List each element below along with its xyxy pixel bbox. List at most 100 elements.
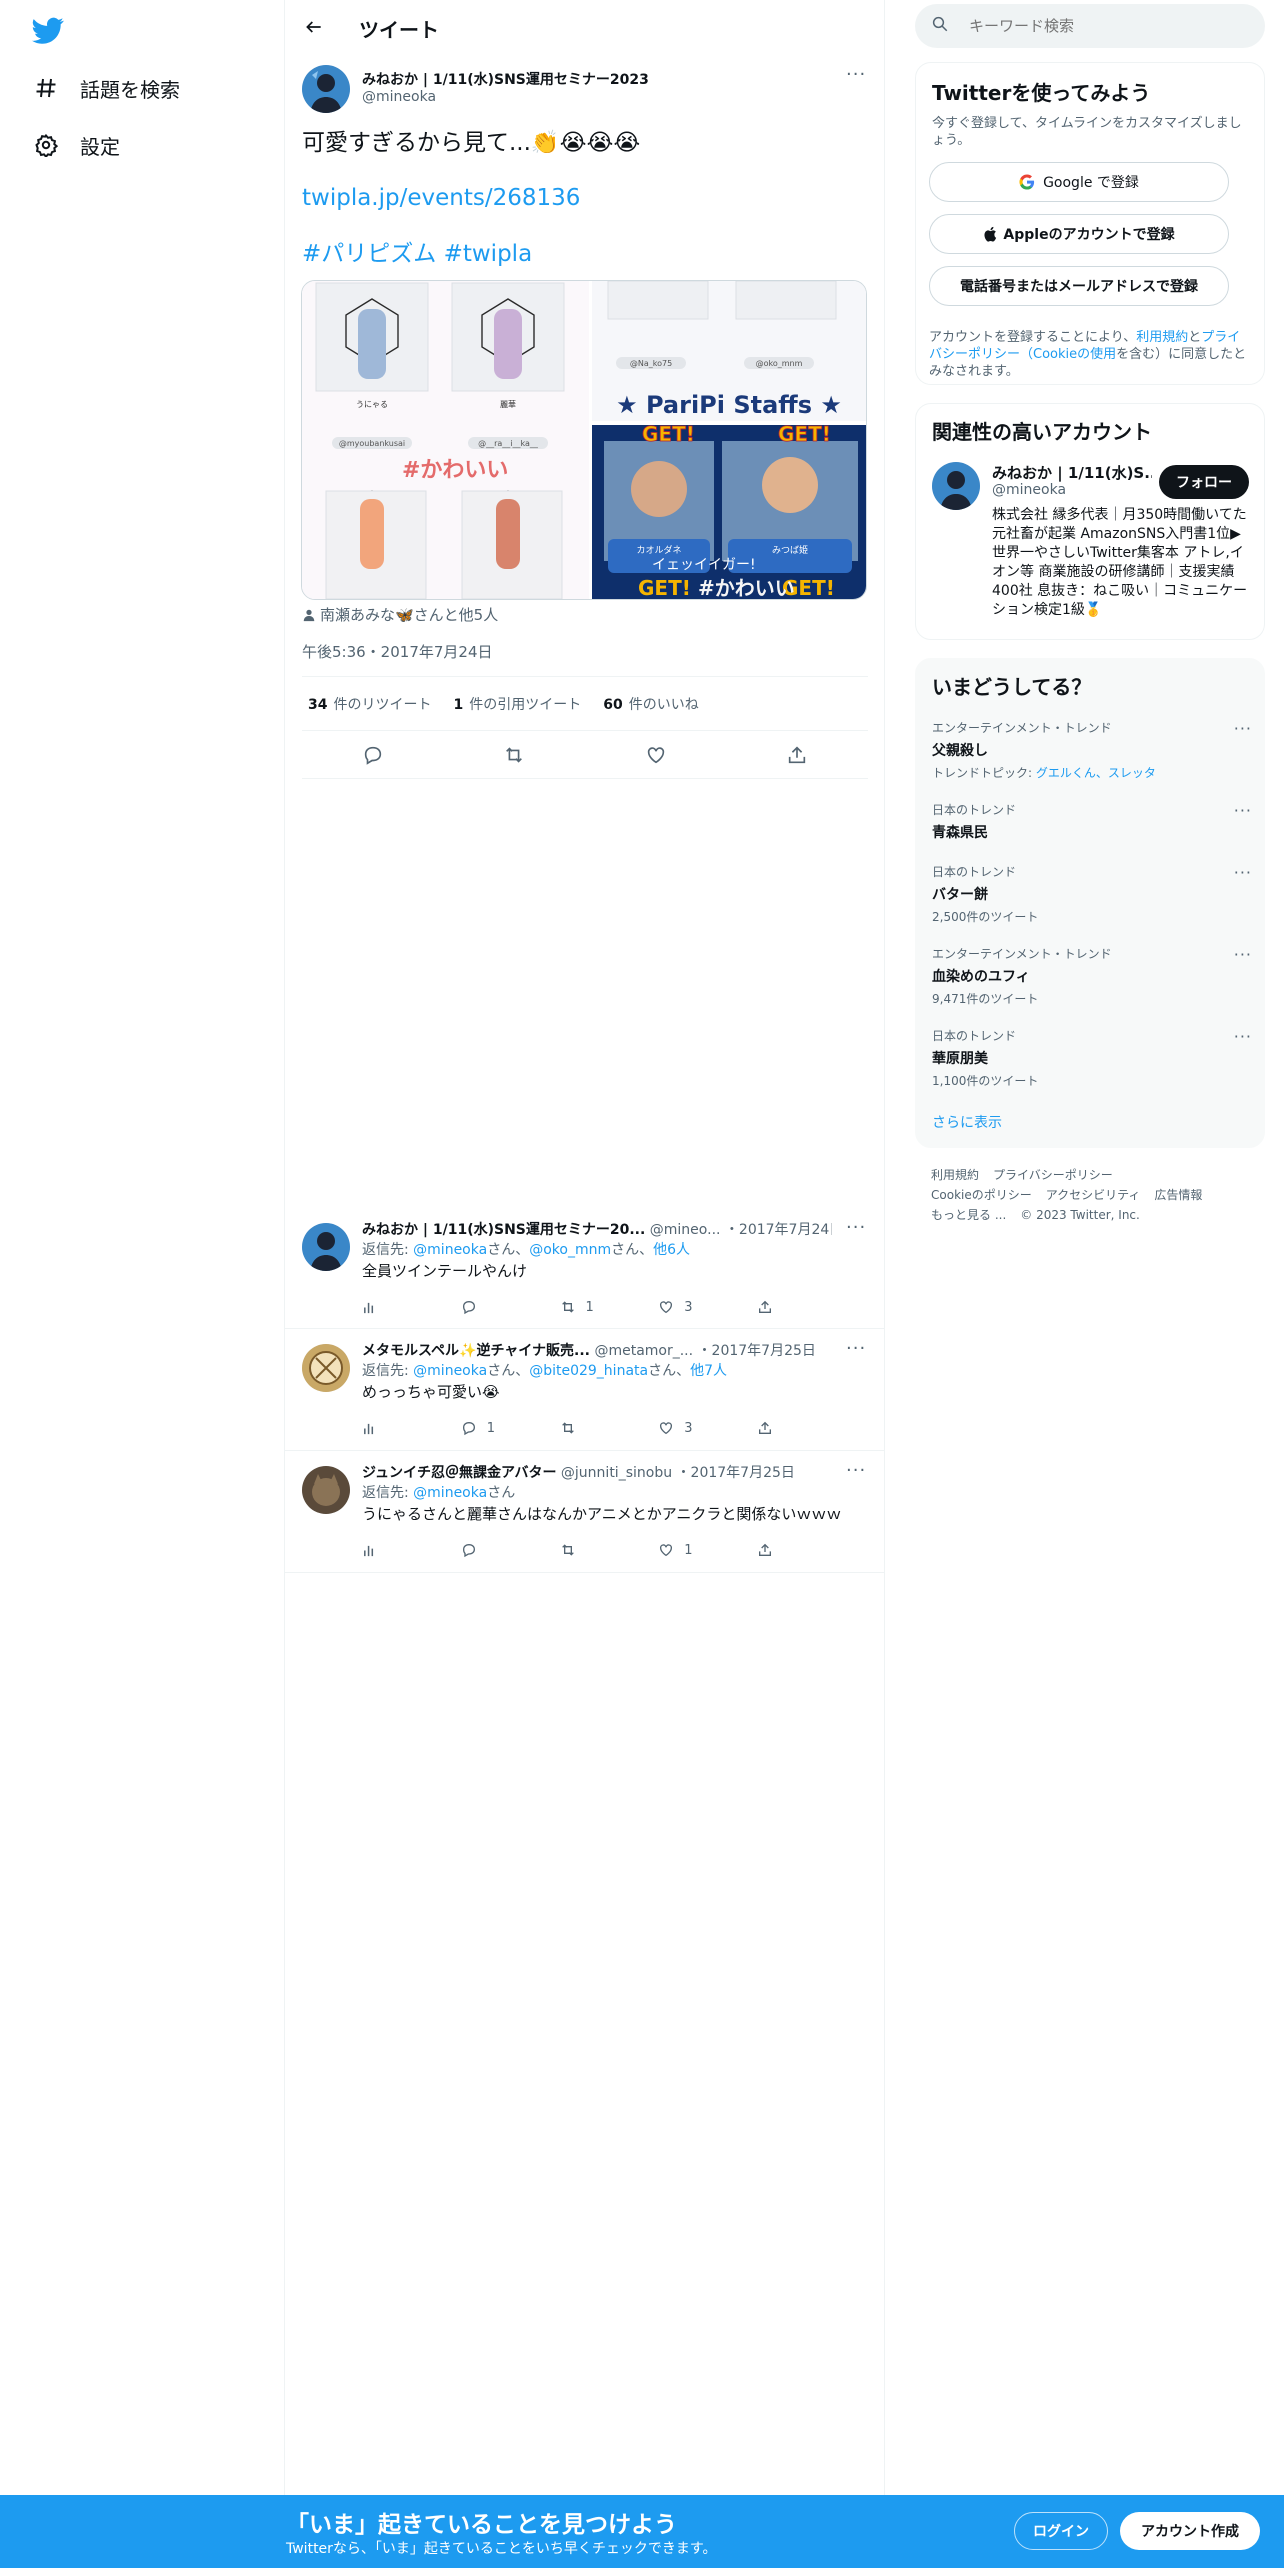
trend-item[interactable]: エンターテインメント・トレンド 血染めのユフィ 9,471件のツイート ···: [932, 945, 1252, 1007]
terms-link[interactable]: 利用規約: [1136, 330, 1188, 345]
reply-header: メタモルスペル✨逆チャイナ販売... @metamor_... ・2017年7月…: [362, 1340, 832, 1360]
reply-author-name[interactable]: ジュンイチ忍＠無課金アバター: [362, 1465, 556, 1481]
likes-count: 60: [603, 696, 623, 713]
trend-title: 青森県民: [932, 825, 988, 841]
trend-category: 日本のトレンド: [932, 1029, 1017, 1043]
footer-link[interactable]: 広告情報: [1154, 1188, 1202, 1202]
more-options-icon[interactable]: ···: [846, 1460, 866, 1481]
follow-button[interactable]: フォロー: [1159, 465, 1249, 499]
share-icon[interactable]: [780, 738, 814, 772]
media-caption-1: うにゃる: [356, 400, 388, 409]
retweets-stat[interactable]: 34 件のリツイート: [308, 694, 431, 714]
reply-avatar[interactable]: [302, 1466, 350, 1514]
like-icon[interactable]: 1: [658, 1542, 718, 1558]
create-account-button[interactable]: アカウント作成: [1120, 2512, 1260, 2550]
more-options-icon[interactable]: ···: [1234, 1027, 1252, 1046]
trend-item[interactable]: エンターテインメント・トレンド 父親殺し トレンドトピック: グエルくん、スレッ…: [932, 719, 1252, 781]
reply-tweet[interactable]: みねおか | 1/11(水)SNS運用セミナー20... @mineo... ・…: [285, 1209, 885, 1329]
reply-icon[interactable]: [356, 738, 390, 772]
reply-tweet[interactable]: メタモルスペル✨逆チャイナ販売... @metamor_... ・2017年7月…: [285, 1330, 885, 1451]
search-input[interactable]: [969, 17, 1249, 35]
google-signup-button[interactable]: Google で登録: [929, 162, 1229, 202]
reply-actions: 1: [362, 1542, 817, 1558]
like-icon[interactable]: 3: [658, 1420, 718, 1436]
nav-settings[interactable]: 設定: [32, 125, 120, 165]
reply-to-more[interactable]: 他7人: [690, 1363, 727, 1379]
reply-to-more[interactable]: 他6人: [653, 1242, 690, 1258]
media-staff-1: カオルダネ: [636, 544, 681, 556]
reply-to-user[interactable]: @bite029_hinata: [529, 1363, 648, 1379]
reply-date[interactable]: ・2017年7月25日: [698, 1343, 816, 1359]
retweet-icon[interactable]: [560, 1420, 620, 1436]
more-options-icon[interactable]: ···: [846, 1217, 866, 1238]
reply-to-user[interactable]: @mineoka: [413, 1363, 487, 1379]
reply-author-name[interactable]: みねおか | 1/11(水)SNS運用セミナー20...: [362, 1222, 645, 1238]
nav-explore[interactable]: 話題を検索: [32, 68, 180, 108]
reply-icon[interactable]: 1: [461, 1420, 521, 1436]
related-name[interactable]: みねおか | 1/11(水)S...: [992, 462, 1152, 483]
footer-link[interactable]: プライバシーポリシー: [993, 1168, 1113, 1182]
tweet-media[interactable]: うにゃる 麗華 @myoubankusai @__ra__i__ka__ #かわ…: [301, 280, 867, 600]
reply-tweet[interactable]: ジュンイチ忍＠無課金アバター @junniti_sinobu ・2017年7月2…: [285, 1452, 885, 1573]
apple-signup-button[interactable]: Appleのアカウントで登録: [929, 214, 1229, 254]
retweet-icon[interactable]: [497, 738, 531, 772]
reply-author-name[interactable]: メタモルスペル✨逆チャイナ販売...: [362, 1343, 590, 1359]
share-icon[interactable]: [757, 1299, 817, 1315]
like-icon[interactable]: 3: [658, 1299, 718, 1315]
views-icon[interactable]: [362, 1420, 422, 1436]
reply-author-handle[interactable]: @metamor_...: [594, 1343, 693, 1359]
views-icon[interactable]: [362, 1299, 422, 1315]
tagged-users[interactable]: 南瀬あみな🦋さんと他5人: [302, 604, 498, 625]
reply-date[interactable]: ・2017年7月25日: [677, 1465, 795, 1481]
reply-header: ジュンイチ忍＠無課金アバター @junniti_sinobu ・2017年7月2…: [362, 1462, 832, 1482]
login-button[interactable]: ログイン: [1014, 2512, 1108, 2550]
like-count: 1: [684, 1542, 693, 1558]
reply-icon[interactable]: [461, 1542, 521, 1558]
related-handle[interactable]: @mineoka: [992, 482, 1066, 498]
footer-link[interactable]: Cookieのポリシー: [931, 1188, 1032, 1202]
media-handle-2: @__ra__i__ka__: [478, 439, 539, 448]
trend-item[interactable]: 日本のトレンド バター餅 2,500件のツイート ···: [932, 863, 1252, 925]
more-options-icon[interactable]: ···: [846, 1338, 866, 1359]
reply-to-user[interactable]: @mineoka: [413, 1485, 487, 1501]
reply-avatar[interactable]: [302, 1344, 350, 1392]
author-name[interactable]: みねおか | 1/11(水)SNS運用セミナー2023: [362, 69, 649, 89]
reply-avatar[interactable]: [302, 1223, 350, 1271]
trend-item[interactable]: 日本のトレンド 華原朋美 1,100件のツイート ···: [932, 1027, 1252, 1089]
trend-topic-links[interactable]: グエルくん、スレッタ: [1036, 766, 1156, 780]
more-options-icon[interactable]: ···: [846, 64, 866, 85]
tweet-hashtags[interactable]: #パリピズム #twipla: [302, 239, 532, 269]
reply-author-handle[interactable]: @mineo...: [650, 1222, 721, 1238]
back-arrow-icon[interactable]: [299, 12, 329, 42]
footer-more-link[interactable]: もっと見る ...: [931, 1208, 1006, 1222]
author-handle[interactable]: @mineoka: [362, 89, 436, 105]
reply-date[interactable]: ・2017年7月24日: [725, 1222, 832, 1238]
more-options-icon[interactable]: ···: [1234, 801, 1252, 820]
share-icon[interactable]: [757, 1542, 817, 1558]
show-more-link[interactable]: さらに表示: [932, 1112, 1002, 1132]
retweet-icon[interactable]: 1: [560, 1299, 620, 1315]
share-icon[interactable]: [757, 1420, 817, 1436]
more-options-icon[interactable]: ···: [1234, 719, 1252, 738]
phone-email-signup-button[interactable]: 電話番号またはメールアドレスで登録: [929, 266, 1229, 306]
quotes-stat[interactable]: 1 件の引用ツイート: [453, 694, 581, 714]
related-avatar[interactable]: [932, 462, 980, 510]
tweet-timestamp[interactable]: 午後5:36・2017年7月24日: [302, 641, 493, 662]
reply-icon[interactable]: [461, 1299, 521, 1315]
reply-author-handle[interactable]: @junniti_sinobu: [561, 1465, 672, 1481]
like-icon[interactable]: [639, 738, 673, 772]
views-icon[interactable]: [362, 1542, 422, 1558]
more-options-icon[interactable]: ···: [1234, 945, 1252, 964]
twitter-bird-logo[interactable]: [32, 14, 64, 46]
reply-to-user[interactable]: @mineoka: [413, 1242, 487, 1258]
author-avatar[interactable]: [302, 65, 350, 113]
footer-link[interactable]: 利用規約: [931, 1168, 979, 1182]
tweet-link[interactable]: twipla.jp/events/268136: [302, 183, 580, 213]
trend-item[interactable]: 日本のトレンド 青森県民 ···: [932, 801, 1252, 842]
retweet-icon[interactable]: [560, 1542, 620, 1558]
footer-link[interactable]: アクセシビリティ: [1046, 1188, 1141, 1202]
more-options-icon[interactable]: ···: [1234, 863, 1252, 882]
search-bar[interactable]: [915, 4, 1265, 48]
likes-stat[interactable]: 60 件のいいね: [603, 694, 698, 714]
reply-to-user[interactable]: @oko_mnm: [529, 1242, 611, 1258]
